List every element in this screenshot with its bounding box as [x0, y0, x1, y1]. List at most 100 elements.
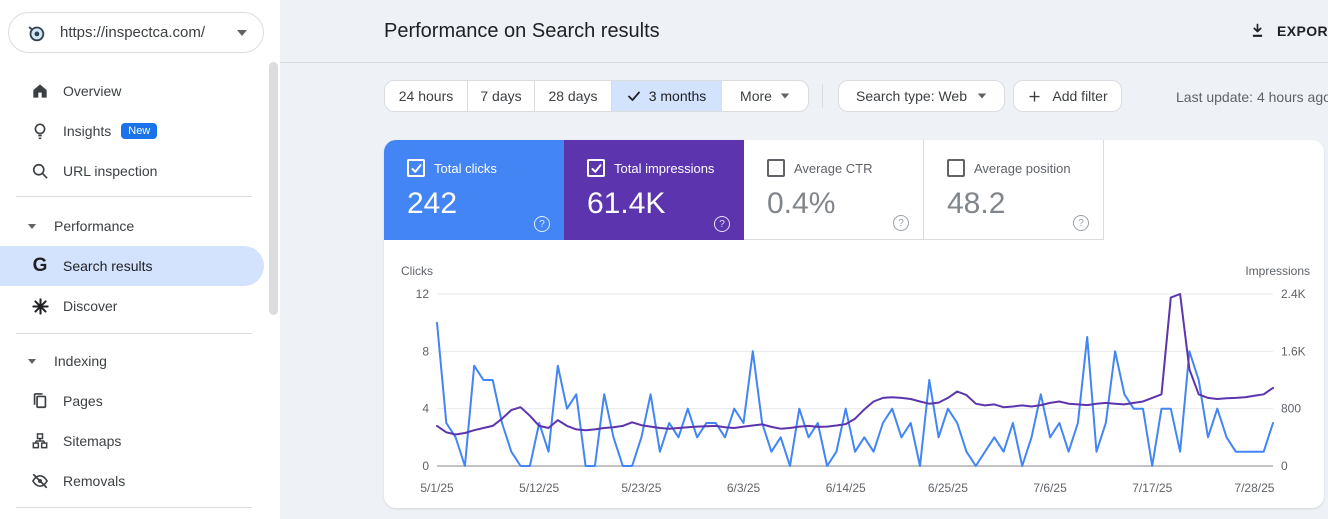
svg-text:Impressions: Impressions	[1245, 264, 1310, 278]
date-range-group: 24 hours 7 days 28 days 3 months More	[384, 80, 809, 112]
svg-text:800: 800	[1281, 402, 1301, 416]
svg-text:6/14/25: 6/14/25	[826, 481, 866, 495]
sidebar-item-label: Overview	[63, 83, 122, 99]
svg-text:0: 0	[422, 459, 429, 473]
metric-label: Total clicks	[434, 160, 497, 176]
caret-down-icon	[28, 358, 36, 364]
svg-text:1.6K: 1.6K	[1281, 344, 1306, 358]
add-filter-chip[interactable]: Add filter	[1013, 80, 1122, 112]
metric-tiles: Total clicks 242 ? Total impressions 61.…	[384, 140, 1104, 240]
sidebar-item-label: Search results	[63, 258, 153, 274]
metric-card-total-impressions[interactable]: Total impressions 61.4K ?	[564, 140, 744, 240]
pages-icon	[30, 391, 50, 411]
sidebar-section-indexing[interactable]: Indexing	[0, 341, 264, 381]
sidebar-item-label: Removals	[63, 473, 126, 489]
plus-icon	[1027, 89, 1042, 104]
eye-off-icon	[30, 471, 50, 491]
chevron-down-icon	[977, 93, 987, 99]
sidebar-item-discover[interactable]: Discover	[0, 286, 264, 326]
svg-text:6/25/25: 6/25/25	[928, 481, 968, 495]
svg-text:7/6/25: 7/6/25	[1033, 481, 1067, 495]
range-3-months[interactable]: 3 months	[612, 81, 722, 111]
search-console-app: https://inspectca.com/ Overview Insights…	[0, 0, 1328, 519]
export-button[interactable]: EXPORT	[1249, 22, 1328, 39]
sidebar: https://inspectca.com/ Overview Insights…	[0, 0, 280, 519]
caret-down-icon	[28, 223, 36, 229]
section-title: Performance	[54, 218, 135, 234]
sidebar-divider	[16, 196, 252, 197]
chevron-down-icon	[780, 93, 790, 99]
svg-text:7/17/25: 7/17/25	[1132, 481, 1172, 495]
search-type-label: Search type: Web	[855, 88, 968, 104]
svg-text:2.4K: 2.4K	[1281, 287, 1306, 301]
sidebar-scrollbar[interactable]	[269, 62, 278, 315]
total-impressions-checkbox[interactable]	[587, 159, 605, 177]
header-divider	[280, 62, 1328, 63]
metric-label: Total impressions	[614, 160, 715, 176]
average-position-checkbox[interactable]	[947, 159, 965, 177]
range-label: 7 days	[480, 88, 522, 104]
performance-chart: 0 4 8 12 0 800 1.6K 2.4K Clicks Impressions 5/1/25…	[384, 258, 1324, 508]
svg-text:7/28/25: 7/28/25	[1234, 481, 1274, 495]
range-label: 24 hours	[398, 88, 454, 104]
range-28-days[interactable]: 28 days	[535, 81, 612, 111]
sidebar-item-label: URL inspection	[63, 163, 158, 179]
download-icon	[1249, 22, 1266, 39]
metric-card-total-clicks[interactable]: Total clicks 242 ?	[384, 140, 564, 240]
sidebar-item-insights[interactable]: Insights New	[0, 111, 264, 151]
average-ctr-checkbox[interactable]	[767, 159, 785, 177]
export-label: EXPORT	[1277, 22, 1328, 39]
add-filter-label: Add filter	[1052, 88, 1108, 104]
sidebar-section-performance[interactable]: Performance	[0, 206, 264, 246]
sidebar-item-label: Discover	[63, 298, 118, 314]
sidebar-item-label: Sitemaps	[63, 433, 122, 449]
help-icon[interactable]: ?	[893, 215, 909, 231]
lightbulb-icon	[30, 121, 50, 141]
sidebar-item-label: Insights	[63, 123, 112, 139]
sidebar-item-pages[interactable]: Pages	[0, 381, 264, 421]
range-7-days[interactable]: 7 days	[468, 81, 535, 111]
range-more[interactable]: More	[722, 81, 808, 111]
spark-icon	[30, 296, 50, 316]
site-favicon-icon	[25, 22, 47, 44]
search-icon	[30, 161, 50, 181]
svg-text:Clicks: Clicks	[401, 264, 433, 278]
property-url: https://inspectca.com/	[60, 24, 206, 41]
sidebar-item-sitemaps[interactable]: Sitemaps	[0, 421, 264, 461]
page-title: Performance on Search results	[384, 20, 660, 42]
home-icon	[30, 81, 50, 101]
metric-label: Average position	[974, 160, 1071, 176]
sidebar-item-search-results[interactable]: G Search results	[0, 246, 264, 286]
svg-text:4: 4	[422, 402, 429, 416]
sidebar-item-removals[interactable]: Removals	[0, 461, 264, 501]
checkmark-icon	[627, 89, 641, 103]
metric-label: Average CTR	[794, 160, 873, 176]
section-title: Indexing	[54, 353, 107, 369]
svg-text:12: 12	[416, 287, 430, 301]
sidebar-divider	[16, 333, 252, 334]
metric-card-average-position[interactable]: Average position 48.2 ?	[924, 140, 1104, 240]
filter-divider	[822, 84, 823, 108]
svg-text:6/3/25: 6/3/25	[727, 481, 761, 495]
help-icon[interactable]: ?	[534, 216, 550, 232]
svg-text:5/12/25: 5/12/25	[519, 481, 559, 495]
svg-text:5/23/25: 5/23/25	[621, 481, 661, 495]
help-icon[interactable]: ?	[1073, 215, 1089, 231]
sidebar-divider	[16, 507, 252, 508]
metric-card-average-ctr[interactable]: Average CTR 0.4% ?	[744, 140, 924, 240]
search-type-chip[interactable]: Search type: Web	[838, 80, 1005, 112]
sidebar-item-label: Pages	[63, 393, 103, 409]
svg-text:8: 8	[422, 344, 429, 358]
range-24-hours[interactable]: 24 hours	[385, 81, 468, 111]
svg-text:5/1/25: 5/1/25	[420, 481, 454, 495]
total-clicks-checkbox[interactable]	[407, 159, 425, 177]
property-selector[interactable]: https://inspectca.com/	[8, 12, 264, 53]
sidebar-item-overview[interactable]: Overview	[0, 71, 264, 111]
sidebar-item-url-inspection[interactable]: URL inspection	[0, 151, 264, 191]
svg-text:0: 0	[1281, 459, 1288, 473]
help-icon[interactable]: ?	[714, 216, 730, 232]
range-label: 28 days	[548, 88, 598, 104]
range-label: More	[740, 88, 772, 104]
google-g-icon: G	[32, 255, 48, 276]
performance-card: Total clicks 242 ? Total impressions 61.…	[384, 140, 1324, 508]
